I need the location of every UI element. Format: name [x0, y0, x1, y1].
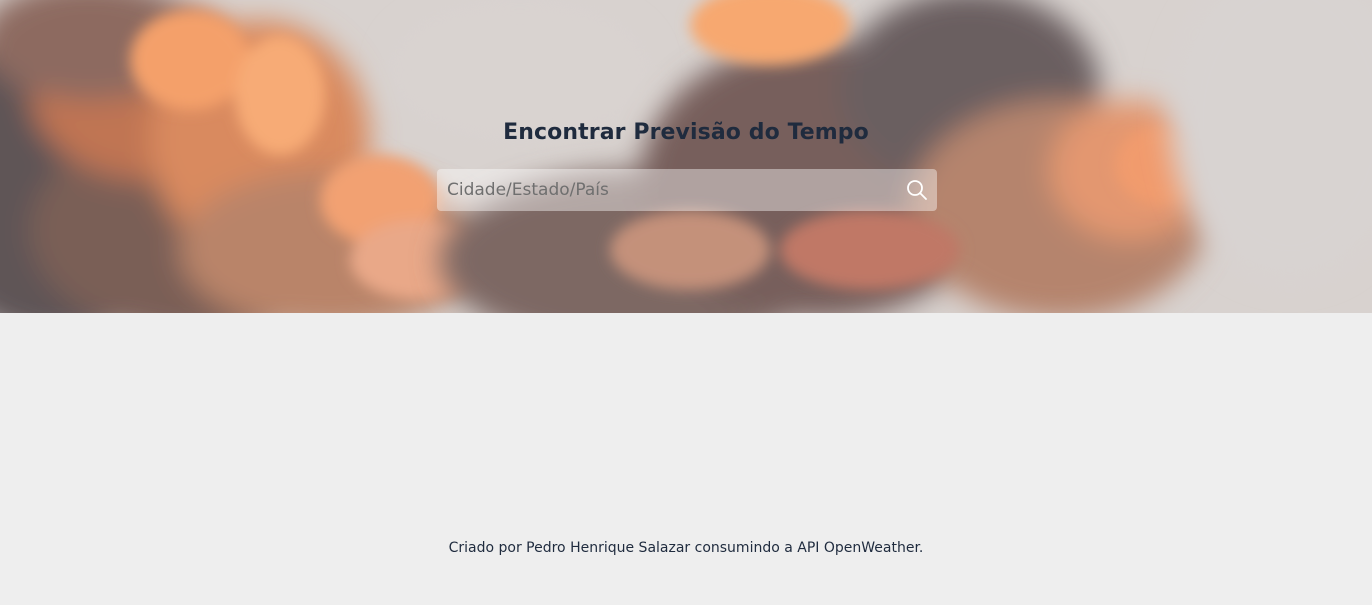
hero-banner: Encontrar Previsão do Tempo	[0, 0, 1372, 313]
search-bar	[437, 169, 937, 211]
search-icon	[907, 180, 927, 200]
hero-content: Encontrar Previsão do Tempo	[0, 0, 1372, 313]
search-button[interactable]	[903, 176, 931, 204]
footer-credit: Criado por Pedro Henrique Salazar consum…	[448, 540, 924, 556]
search-input[interactable]	[437, 169, 897, 211]
page-title: Encontrar Previsão do Tempo	[503, 120, 869, 145]
